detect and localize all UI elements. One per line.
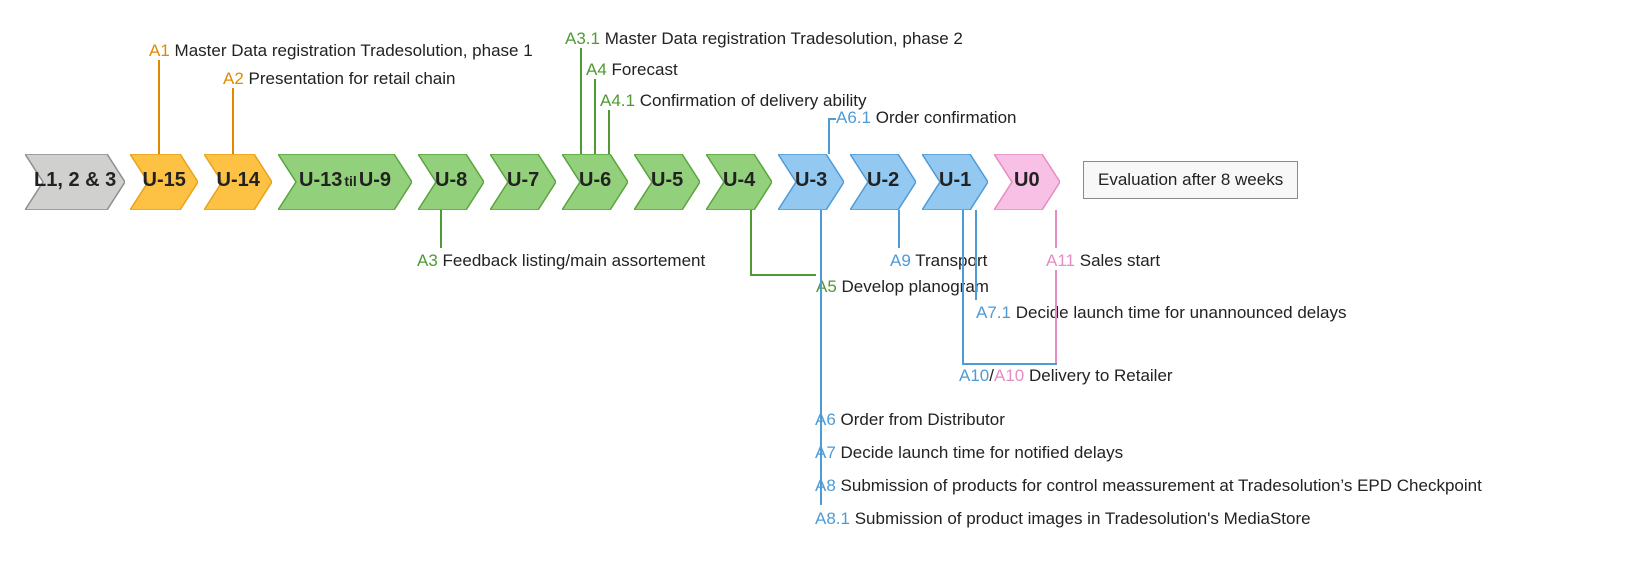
connector-line: [975, 210, 977, 300]
annotation-A8.1: A8.1 Submission of product images in Tra…: [815, 509, 1311, 529]
chevron-label-U-14: U-14: [217, 169, 260, 192]
connector-line: [232, 88, 234, 154]
annotation-A6: A6 Order from Distributor: [815, 410, 1005, 430]
annotation-A11: A11 Sales start: [1046, 251, 1160, 271]
chevron-label-L: L1, 2 & 3: [34, 169, 116, 192]
annotation-A4.1: A4.1 Confirmation of delivery ability: [600, 91, 866, 111]
annotation-A4: A4 Forecast: [586, 60, 678, 80]
chevron-label-U-2: U-2: [867, 169, 899, 192]
connector-line: [828, 118, 836, 120]
connector-line: [580, 48, 582, 154]
chevron-label-U-8: U-8: [435, 169, 467, 192]
annotation-A10: A10/A10 Delivery to Retailer: [959, 366, 1173, 386]
chevron-label-U-4: U-4: [723, 169, 755, 192]
chevron-label-U-6: U-6: [579, 169, 611, 192]
connector-line: [158, 60, 160, 154]
connector-line: [898, 210, 900, 248]
annotation-A9: A9 Transport: [890, 251, 987, 271]
chevron-label-U-7: U-7: [507, 169, 539, 192]
annotation-A7.1: A7.1 Decide launch time for unannounced …: [976, 303, 1347, 323]
timeline-diagram: L1, 2 & 3 U-15 U-14 U-13tilU-9 U-8 U-7 U-6 U-5 U…: [0, 0, 1647, 568]
chevron-label-U-15: U-15: [143, 169, 186, 192]
annotation-A3.1: A3.1 Master Data registration Tradesolut…: [565, 29, 963, 49]
connector-line: [828, 119, 830, 154]
connector-line: [440, 210, 442, 248]
annotation-A3: A3 Feedback listing/main assortement: [417, 251, 705, 271]
chevron-label-U-3: U-3: [795, 169, 827, 192]
evaluation-box: Evaluation after 8 weeks: [1083, 161, 1298, 199]
annotation-A7: A7 Decide launch time for notified delay…: [815, 443, 1123, 463]
connector-line: [608, 110, 610, 154]
annotation-A1: A1 Master Data registration Tradesolutio…: [149, 41, 533, 61]
connector-line: [750, 274, 816, 276]
connector-line: [962, 363, 1057, 365]
chevron-label-U0: U0: [1014, 169, 1040, 192]
connector-line: [1055, 210, 1057, 248]
connector-line: [750, 210, 752, 274]
annotation-A2: A2 Presentation for retail chain: [223, 69, 455, 89]
connector-line: [594, 79, 596, 154]
chevron-label-U-1: U-1: [939, 169, 971, 192]
chevron-label-U-5: U-5: [651, 169, 683, 192]
annotation-A6.1: A6.1 Order confirmation: [836, 108, 1017, 128]
connector-line: [1055, 270, 1057, 363]
annotation-A8: A8 Submission of products for control me…: [815, 476, 1482, 496]
connector-line: [962, 210, 964, 363]
chevron-label-U-13: U-13tilU-9: [299, 169, 391, 192]
